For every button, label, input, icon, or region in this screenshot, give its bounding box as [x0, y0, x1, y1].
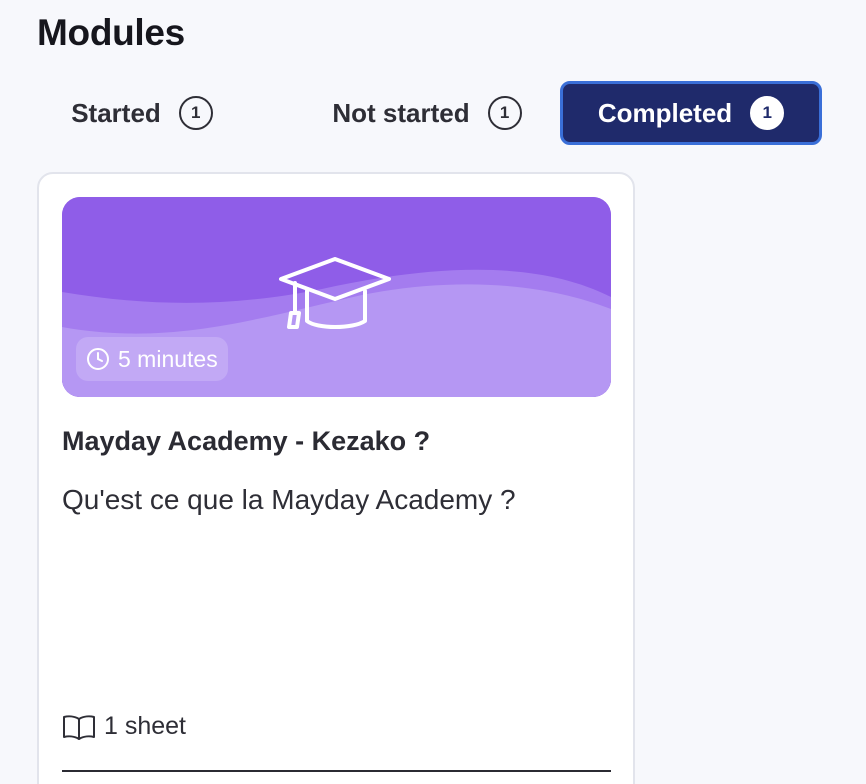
clock-icon: [87, 348, 109, 370]
graduation-cap-icon: [279, 257, 391, 329]
page-title: Modules: [37, 12, 185, 53]
tab-completed-label: Completed: [597, 97, 733, 128]
tab-started-count-badge: 1: [178, 96, 213, 130]
module-description: Qu'est ce que la Mayday Academy ?: [62, 484, 516, 515]
tab-not-started-count-badge: 1: [487, 96, 522, 130]
tab-not-started-label: Not started: [332, 97, 470, 128]
tab-completed[interactable]: Completed 1: [560, 81, 822, 145]
module-title: Mayday Academy - Kezako ?: [62, 426, 431, 456]
duration-badge: 5 minutes: [76, 337, 228, 381]
tab-started[interactable]: Started 1: [37, 81, 247, 145]
card-divider: [62, 770, 611, 772]
module-status-tabs: Started 1 Not started 1 Completed 1: [37, 81, 827, 149]
sheet-count: 1 sheet: [62, 712, 186, 741]
module-card[interactable]: 5 minutes Mayday Academy - Kezako ? Qu'e…: [37, 172, 635, 784]
tab-started-label: Started: [71, 97, 161, 128]
book-icon: [63, 714, 95, 740]
tab-completed-count-badge: 1: [750, 96, 785, 130]
module-banner: 5 minutes: [62, 197, 611, 397]
modules-page: Modules Started 1 Not started 1 Complete…: [0, 0, 866, 784]
tab-not-started[interactable]: Not started 1: [277, 81, 577, 145]
sheet-count-label: 1 sheet: [104, 712, 187, 740]
duration-label: 5 minutes: [118, 345, 218, 372]
